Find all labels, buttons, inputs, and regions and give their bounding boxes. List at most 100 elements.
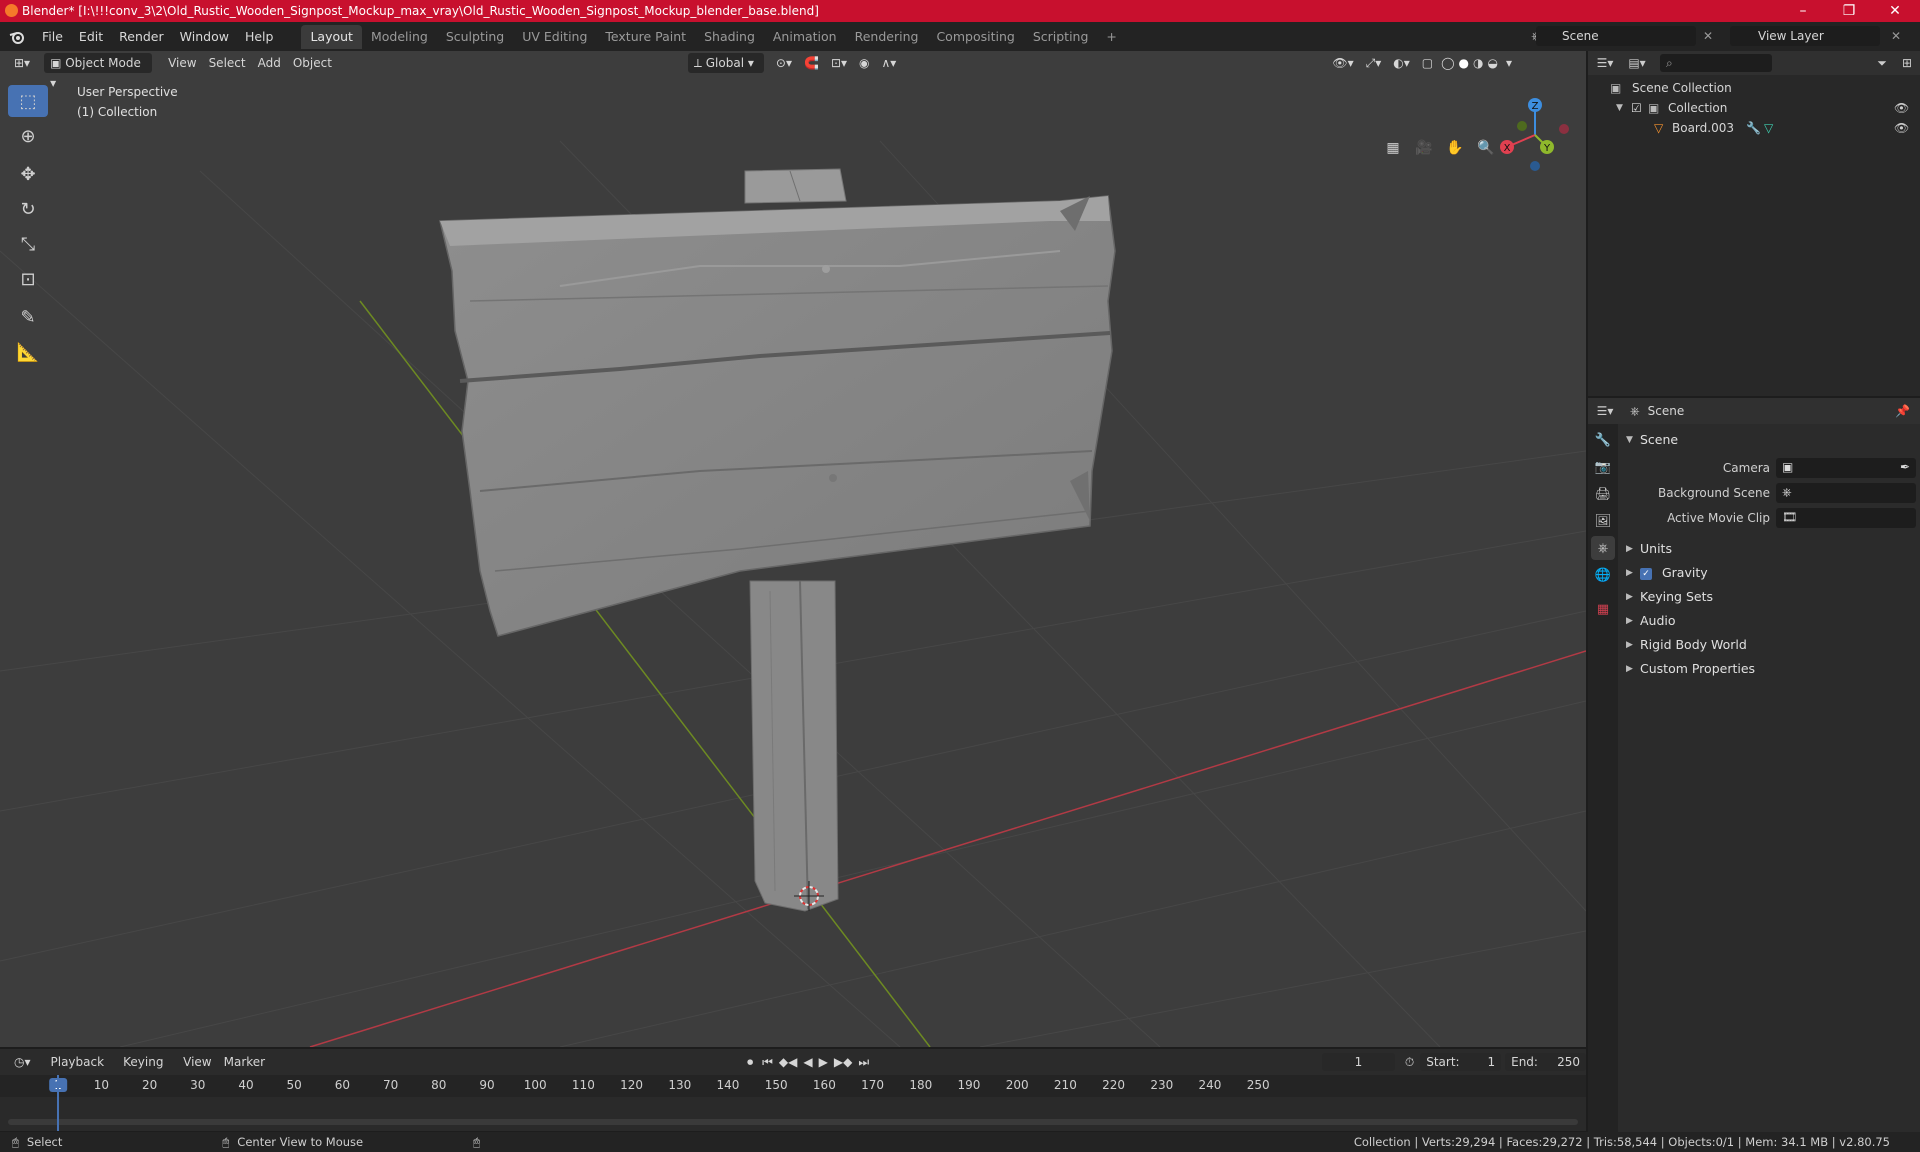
tool-settings-tab-icon[interactable]: 🔧 [1591, 428, 1615, 452]
tab-rendering[interactable]: Rendering [846, 25, 928, 49]
add-workspace-button[interactable]: + [1097, 25, 1125, 49]
eyedropper-icon[interactable]: ✒ [1900, 460, 1910, 474]
3d-viewport[interactable]: ⊞▾ ▣ Object Mode ▾ View Select Add Objec… [0, 51, 1586, 1047]
new-collection-icon[interactable]: ⊞ [1894, 56, 1920, 70]
minimize-button[interactable]: – [1780, 0, 1826, 22]
tab-layout[interactable]: Layout [301, 24, 362, 49]
editor-type-icon[interactable]: ⊞▾ [8, 53, 36, 73]
menu-edit[interactable]: Edit [71, 26, 111, 48]
view-layer-tab-icon[interactable]: 🖼 [1591, 509, 1615, 533]
transform-orientation-selector[interactable]: ⟂ Global ▾ [687, 53, 764, 73]
tab-sculpting[interactable]: Sculpting [437, 25, 513, 49]
menu-file[interactable]: File [34, 26, 71, 48]
timeline-menu-playback[interactable]: Playback ▾ [45, 1052, 118, 1089]
annotate-tool-icon[interactable]: ✎ [8, 301, 48, 333]
rendered-shading-icon[interactable]: ◒ [1485, 53, 1499, 73]
active-movie-clip-field[interactable]: 🎞 [1776, 508, 1916, 528]
view-layer-field[interactable]: View Layer [1730, 26, 1880, 46]
timeline-menu-keying[interactable]: Keying ▾ [117, 1052, 177, 1089]
collection-checkbox[interactable]: ☑ [1631, 98, 1642, 118]
wireframe-shading-icon[interactable]: ◯ [1439, 53, 1456, 73]
move-tool-icon[interactable]: ✥ [8, 158, 48, 190]
menu-window[interactable]: Window [172, 26, 237, 48]
output-tab-icon[interactable]: 🖨 [1591, 482, 1615, 506]
next-keyframe-icon[interactable]: ▶◆ [831, 1052, 855, 1072]
mode-selector[interactable]: ▣ Object Mode ▾ [44, 53, 153, 90]
tab-scripting[interactable]: Scripting [1024, 25, 1098, 49]
texture-tab-icon[interactable]: ▦ [1591, 597, 1615, 621]
outliner-search-input[interactable]: ⌕ [1660, 54, 1772, 72]
outliner-row-collection[interactable]: ▼ ☑ ▣ Collection 👁 [1588, 98, 1920, 118]
visibility-icon[interactable]: 👁▾ [1326, 53, 1359, 73]
solid-shading-icon[interactable]: ● [1457, 53, 1471, 73]
scale-tool-icon[interactable]: ⤡ [8, 228, 48, 260]
proportional-editing-icon[interactable]: ◉ [853, 53, 875, 73]
overlay-toggle-icon[interactable]: ◐▾ [1387, 53, 1416, 73]
viewport-menu-view[interactable]: View [162, 53, 202, 73]
tab-modeling[interactable]: Modeling [362, 25, 437, 49]
jump-to-start-icon[interactable]: ⏮ [759, 1052, 776, 1072]
end-frame-field[interactable]: End: 250 [1505, 1053, 1586, 1071]
toggle-ortho-icon[interactable]: ▦ [1380, 135, 1406, 161]
cursor-tool-icon[interactable]: ⊕ [8, 120, 48, 152]
display-mode-icon[interactable]: ▤▾ [1622, 56, 1652, 70]
outliner-row-board[interactable]: ▽ Board.003 🔧 ▽ 👁 [1588, 118, 1920, 138]
maximize-button[interactable]: ❐ [1826, 0, 1872, 22]
play-icon[interactable]: ▶ [816, 1052, 831, 1072]
material-shading-icon[interactable]: ◑ [1471, 53, 1485, 73]
properties-editor-type-icon[interactable]: ☰▾ [1588, 404, 1622, 418]
units-panel-header[interactable]: ▶ Units [1618, 537, 1920, 561]
start-frame-field[interactable]: Start: 1 [1420, 1053, 1502, 1071]
snap-icon[interactable]: 🧲 [798, 53, 825, 73]
blender-menu-icon[interactable] [0, 26, 34, 48]
outliner-row-scene-collection[interactable]: ▣ Scene Collection [1588, 78, 1920, 98]
timeline-editor-type-icon[interactable]: ◷▾ [8, 1052, 37, 1072]
close-scene-icon[interactable]: ✕ [1700, 28, 1716, 44]
timeline-menu-view[interactable]: View [177, 1052, 217, 1072]
outliner-editor-type-icon[interactable]: ☰▾ [1588, 56, 1622, 70]
tab-compositing[interactable]: Compositing [927, 25, 1023, 49]
world-tab-icon[interactable]: 🌐 [1591, 563, 1615, 587]
gravity-panel-header[interactable]: ▶ ✓ Gravity [1618, 561, 1920, 585]
gizmo-toggle-icon[interactable]: ⤢▾ [1360, 53, 1388, 73]
gravity-checkbox[interactable]: ✓ [1640, 567, 1652, 580]
render-tab-icon[interactable]: 📷 [1591, 455, 1615, 479]
snap-target-icon[interactable]: ⊡▾ [825, 53, 853, 73]
custom-properties-panel-header[interactable]: ▶ Custom Properties [1618, 657, 1920, 681]
xray-toggle-icon[interactable]: ▢ [1416, 53, 1439, 73]
background-scene-field[interactable]: ⎈ [1776, 483, 1916, 503]
transform-tool-icon[interactable]: ⊡ [8, 263, 48, 295]
playhead-line[interactable] [57, 1075, 59, 1131]
tab-uv-editing[interactable]: UV Editing [513, 25, 596, 49]
tab-shading[interactable]: Shading [695, 25, 764, 49]
menu-help[interactable]: Help [237, 26, 282, 48]
rigid-body-world-panel-header[interactable]: ▶ Rigid Body World [1618, 633, 1920, 657]
previous-keyframe-icon[interactable]: ◆◀ [776, 1052, 800, 1072]
pin-icon[interactable]: 📌 [1895, 404, 1910, 418]
close-button[interactable]: ✕ [1872, 0, 1918, 22]
mesh-data-icon[interactable]: ▽ [1764, 118, 1773, 138]
object-visibility-eye-icon[interactable]: 👁 [1894, 118, 1909, 138]
scene-name-field[interactable]: Scene [1536, 26, 1696, 46]
viewport-menu-object[interactable]: Object [287, 53, 338, 73]
camera-field[interactable]: ▣ ✒ [1776, 458, 1916, 478]
falloff-icon[interactable]: ∧▾ [876, 53, 903, 73]
signpost-model[interactable] [439, 168, 1116, 912]
viewport-menu-add[interactable]: Add [252, 53, 287, 73]
tab-texture-paint[interactable]: Texture Paint [596, 25, 695, 49]
pivot-point-icon[interactable]: ⊙▾ [770, 53, 798, 73]
play-reverse-icon[interactable]: ◀ [800, 1052, 815, 1072]
timeline-track-area[interactable] [0, 1097, 1586, 1131]
close-view-layer-icon[interactable]: ✕ [1888, 28, 1904, 44]
shading-options-icon[interactable]: ▾ [1500, 53, 1518, 73]
current-frame-field[interactable]: 1 [1322, 1053, 1395, 1071]
jump-to-end-icon[interactable]: ⏭ [855, 1052, 872, 1072]
scene-tab-icon[interactable]: ⎈ [1591, 536, 1615, 560]
pan-view-icon[interactable]: ✋ [1442, 135, 1468, 161]
timeline-ruler[interactable]: 1102030405060708090100110120130140150160… [0, 1075, 1586, 1097]
menu-render[interactable]: Render [111, 26, 172, 48]
zoom-view-icon[interactable]: 🔍 [1473, 135, 1499, 161]
timeline-scrollbar[interactable] [8, 1119, 1578, 1125]
viewport-menu-select[interactable]: Select [203, 53, 252, 73]
measure-tool-icon[interactable]: 📐 [8, 336, 48, 368]
